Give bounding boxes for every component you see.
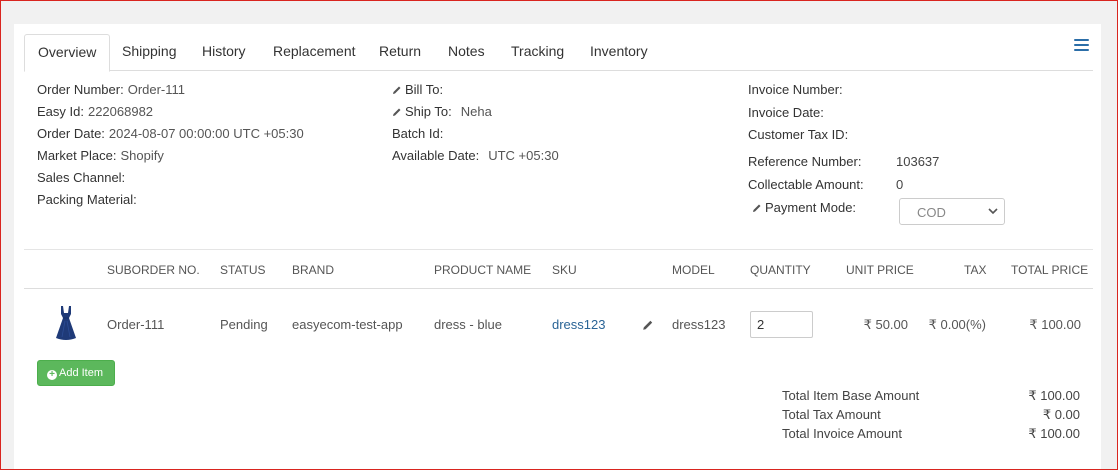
total-tax-value: ₹ 0.00: [1042, 407, 1080, 422]
bill-to-label: Bill To:: [405, 82, 444, 97]
easy-id-label: Easy Id:: [37, 104, 84, 119]
market-place-field: Market Place: Shopify: [37, 148, 164, 163]
quantity-input[interactable]: [750, 311, 813, 338]
available-date-value: UTC +05:30: [488, 148, 559, 163]
payment-mode-label: Payment Mode:: [765, 200, 857, 215]
invoice-number-label: Invoice Number:: [748, 82, 843, 97]
tab-tracking[interactable]: Tracking: [511, 34, 564, 71]
pencil-icon[interactable]: [392, 104, 405, 119]
total-base-value: ₹ 100.00: [1028, 388, 1080, 403]
collectable-amount-label: Collectable Amount:: [748, 177, 864, 192]
tab-return[interactable]: Return: [379, 34, 421, 71]
tab-history[interactable]: History: [202, 34, 246, 71]
row-suborder: Order-111: [107, 317, 165, 332]
col-header-brand: BRAND: [292, 263, 335, 277]
add-item-label: Add Item: [59, 367, 104, 379]
ship-to-value: Neha: [460, 104, 492, 119]
invoice-date-label: Invoice Date:: [748, 105, 824, 120]
tab-overview[interactable]: Overview: [24, 34, 111, 72]
market-place-value: Shopify: [120, 148, 164, 163]
col-header-total-price: TOTAL PRICE: [1011, 263, 1089, 277]
customer-tax-id-label: Customer Tax ID:: [748, 127, 849, 142]
payment-mode-value: COD: [917, 205, 946, 220]
payment-mode-select[interactable]: COD: [899, 198, 1005, 225]
tab-shipping[interactable]: Shipping: [122, 34, 177, 71]
pencil-icon[interactable]: [752, 200, 765, 215]
row-model: dress123: [672, 317, 726, 332]
available-date-label: Available Date:: [392, 148, 480, 163]
row-product-name: dress - blue: [434, 317, 502, 332]
available-date-field: Available Date: UTC +05:30: [392, 148, 559, 163]
order-number-value: Order-111: [127, 82, 186, 97]
plus-circle-icon: +: [47, 370, 57, 380]
order-date-label: Order Date:: [37, 126, 105, 141]
market-place-label: Market Place:: [37, 148, 117, 163]
order-date-value: 2024-08-07 00:00:00 UTC +05:30: [108, 126, 304, 141]
easy-id-value: 222068982: [87, 104, 154, 119]
col-header-suborder: SUBORDER NO.: [107, 263, 200, 277]
tab-inventory[interactable]: Inventory: [590, 34, 648, 71]
collectable-amount-value: 0: [896, 177, 904, 192]
tab-replacement[interactable]: Replacement: [273, 34, 356, 71]
reference-number-field: Reference Number:: [748, 154, 861, 169]
total-invoice-label: Total Invoice Amount: [782, 426, 902, 441]
order-date-field: Order Date: 2024-08-07 00:00:00 UTC +05:3…: [37, 126, 304, 141]
tab-bar: Overview Shipping History Replacement Re…: [24, 34, 1093, 72]
product-thumbnail: [56, 306, 76, 340]
order-number-label: Order Number:: [37, 82, 124, 97]
col-header-status: STATUS: [220, 263, 266, 277]
batch-id-field: Batch Id:: [392, 126, 443, 141]
invoice-number-field: Invoice Number:: [748, 82, 843, 97]
packing-material-label: Packing Material:: [37, 192, 137, 207]
chevron-down-icon: [988, 208, 998, 215]
row-unit-price: ₹ 50.00: [863, 317, 908, 332]
row-status: Pending: [220, 317, 268, 332]
row-tax: ₹ 0.00(%): [928, 317, 986, 332]
col-header-quantity: QUANTITY: [750, 263, 811, 277]
order-details-panel: Overview Shipping History Replacement Re…: [14, 24, 1101, 470]
ship-to-field: Ship To: Neha: [392, 104, 492, 119]
invoice-date-field: Invoice Date:: [748, 105, 824, 120]
packing-material-field: Packing Material:: [37, 192, 137, 207]
collectable-amount-field: Collectable Amount:: [748, 177, 864, 192]
row-sku-link[interactable]: dress123: [552, 317, 605, 332]
hamburger-menu-icon[interactable]: [1074, 39, 1089, 53]
add-item-button[interactable]: + Add Item: [37, 360, 115, 386]
col-header-product-name: PRODUCT NAME: [434, 263, 532, 277]
ship-to-label: Ship To:: [405, 104, 452, 119]
payment-mode-field: Payment Mode:: [752, 200, 856, 215]
col-header-model: MODEL: [672, 263, 715, 277]
easy-id-field: Easy Id: 222068982: [37, 104, 153, 119]
divider: [24, 249, 1093, 250]
col-header-unit-price: UNIT PRICE: [846, 263, 914, 277]
reference-number-label: Reference Number:: [748, 154, 862, 169]
pencil-icon[interactable]: [392, 82, 405, 97]
sales-channel-field: Sales Channel:: [37, 170, 125, 185]
customer-tax-id-field: Customer Tax ID:: [748, 127, 848, 142]
tab-notes[interactable]: Notes: [448, 34, 485, 71]
edit-sku-pencil-icon[interactable]: [642, 319, 654, 331]
divider: [24, 288, 1093, 289]
batch-id-label: Batch Id:: [392, 126, 444, 141]
col-header-sku: SKU: [552, 263, 577, 277]
row-total-price: ₹ 100.00: [1029, 317, 1081, 332]
row-brand: easyecom-test-app: [292, 317, 403, 332]
bill-to-field: Bill To:: [392, 82, 443, 97]
total-base-label: Total Item Base Amount: [782, 388, 920, 403]
total-tax-label: Total Tax Amount: [782, 407, 881, 422]
reference-number-value: 103637: [896, 154, 940, 169]
total-invoice-value: ₹ 100.00: [1028, 426, 1080, 441]
col-header-tax: TAX: [964, 263, 987, 277]
sales-channel-label: Sales Channel:: [37, 170, 126, 185]
order-number-field: Order Number: Order-111: [37, 82, 185, 97]
